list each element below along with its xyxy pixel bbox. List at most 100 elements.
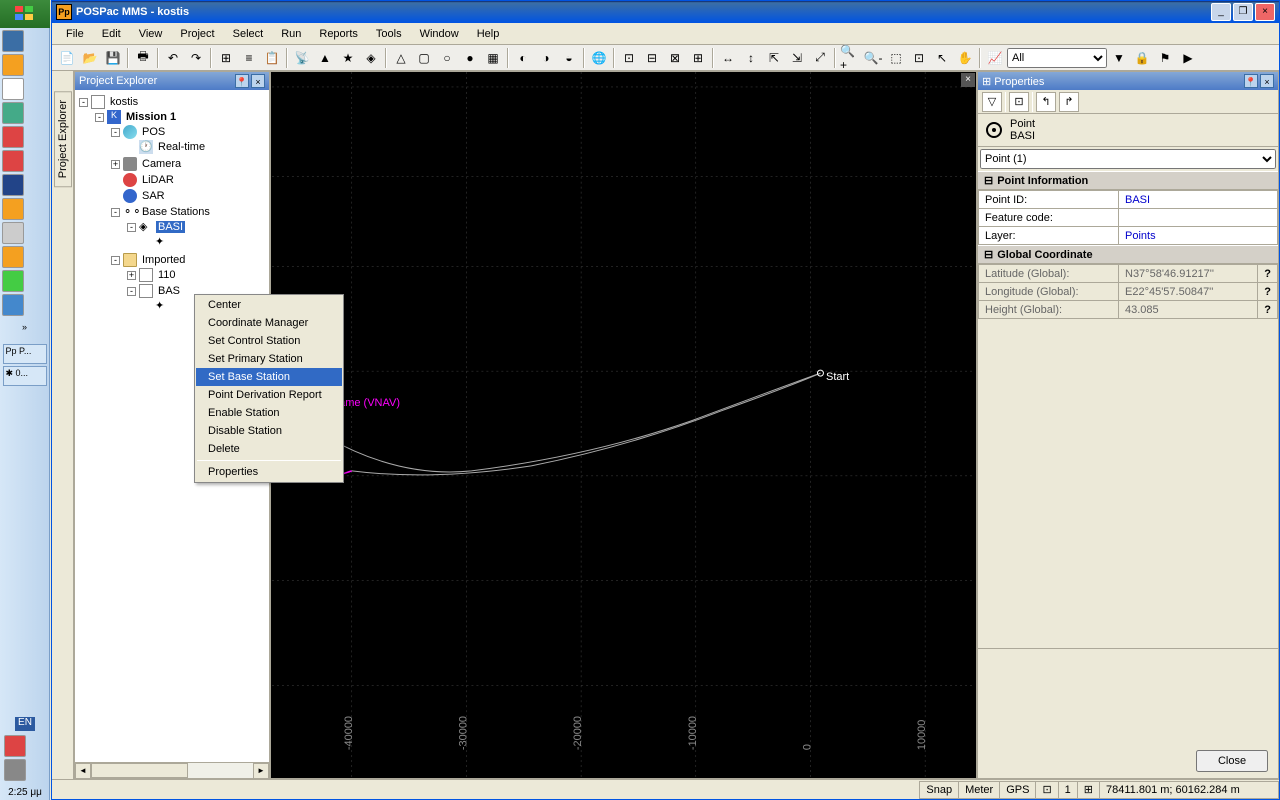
menu-tools[interactable]: Tools — [368, 26, 410, 42]
status-cam-icon[interactable]: ⊡ — [1035, 781, 1058, 799]
tb-open-icon[interactable]: 📂 — [79, 47, 101, 69]
tb-run-icon[interactable]: ▶ — [1177, 47, 1199, 69]
tree-root[interactable]: kostis — [108, 96, 140, 108]
tree-basi[interactable]: BASI — [156, 221, 185, 233]
tb-globe-icon[interactable]: 🌐 — [588, 47, 610, 69]
tb-c2-icon[interactable]: ◑ — [535, 47, 557, 69]
tree-pos[interactable]: POS — [140, 126, 167, 138]
tb-c3-icon[interactable]: ◒ — [558, 47, 580, 69]
tb-base-icon[interactable]: ▲ — [314, 47, 336, 69]
status-meter[interactable]: Meter — [958, 781, 1000, 799]
tb-lock-icon[interactable]: 🔒 — [1131, 47, 1153, 69]
close-button[interactable]: Close — [1196, 750, 1268, 772]
properties-selector[interactable]: Point (1) — [980, 149, 1276, 169]
ql-icon[interactable] — [2, 246, 24, 268]
pt-dropdown-icon[interactable]: ▽ — [982, 92, 1002, 112]
tree-imported[interactable]: Imported — [140, 254, 187, 266]
tray-icon[interactable] — [4, 759, 26, 781]
ql-icon[interactable] — [2, 198, 24, 220]
scroll-left-icon[interactable]: ◄ — [75, 763, 91, 779]
tb-a5-icon[interactable]: ⤢ — [809, 47, 831, 69]
explorer-tab[interactable]: Project Explorer — [54, 91, 72, 187]
cm-delete[interactable]: Delete — [196, 440, 342, 458]
menu-edit[interactable]: Edit — [94, 26, 129, 42]
panel-close-icon[interactable]: × — [1260, 74, 1274, 88]
tb-m2-icon[interactable]: ⊟ — [641, 47, 663, 69]
ql-icon[interactable] — [2, 174, 24, 196]
ql-icon[interactable] — [2, 270, 24, 292]
menu-reports[interactable]: Reports — [311, 26, 366, 42]
scroll-right-icon[interactable]: ► — [253, 763, 269, 779]
tb-c1-icon[interactable]: ◐ — [512, 47, 534, 69]
close-button[interactable]: × — [1255, 3, 1275, 21]
prop-value-layer[interactable]: Points — [1119, 227, 1278, 245]
start-button[interactable] — [0, 0, 50, 28]
tb-tri-icon[interactable]: △ — [390, 47, 412, 69]
toolbar-filter-combo[interactable]: All — [1007, 48, 1107, 68]
help-icon[interactable]: ? — [1258, 283, 1278, 301]
tree-camera[interactable]: Camera — [140, 158, 183, 170]
help-icon[interactable]: ? — [1258, 301, 1278, 319]
ql-icon[interactable] — [2, 54, 24, 76]
tb-flag-icon[interactable]: ⚑ — [1154, 47, 1176, 69]
menu-select[interactable]: Select — [225, 26, 272, 42]
prop-value-pointid[interactable]: BASI — [1119, 191, 1278, 209]
tb-a1-icon[interactable]: ↔ — [717, 47, 739, 69]
cm-coord-manager[interactable]: Coordinate Manager — [196, 314, 342, 332]
pin-icon[interactable]: 📍 — [235, 74, 249, 88]
tb-chart-icon[interactable]: 📈 — [984, 47, 1006, 69]
tb-m3-icon[interactable]: ⊠ — [664, 47, 686, 69]
ql-icon[interactable] — [2, 150, 24, 172]
tray-icon[interactable] — [4, 735, 26, 757]
maximize-button[interactable]: ❐ — [1233, 3, 1253, 21]
panel-close-icon[interactable]: × — [251, 74, 265, 88]
tree-base-stations[interactable]: Base Stations — [140, 206, 212, 218]
language-indicator[interactable]: EN — [15, 717, 35, 731]
cm-set-primary[interactable]: Set Primary Station — [196, 350, 342, 368]
menu-file[interactable]: File — [58, 26, 92, 42]
map-canvas[interactable]: × -40000 -30000 -20000 — [270, 71, 977, 779]
tb-zoom-out-icon[interactable]: 🔍- — [862, 47, 884, 69]
pin-icon[interactable]: 📍 — [1244, 74, 1258, 88]
taskbar-item[interactable]: Pp P... — [3, 344, 47, 364]
tb-layers-icon[interactable]: ≡ — [238, 47, 260, 69]
tb-new-icon[interactable]: 📄 — [56, 47, 78, 69]
tb-pan-icon[interactable]: ✋ — [954, 47, 976, 69]
status-win-icon[interactable]: ⊞ — [1077, 781, 1100, 799]
pt-back-icon[interactable]: ↰ — [1036, 92, 1056, 112]
ql-icon[interactable] — [2, 78, 24, 100]
cm-center[interactable]: Center — [196, 296, 342, 314]
explorer-hscroll[interactable]: ◄ ► — [75, 762, 269, 778]
scroll-thumb[interactable] — [91, 763, 188, 778]
ql-icon[interactable] — [2, 30, 24, 52]
cm-set-control[interactable]: Set Control Station — [196, 332, 342, 350]
tree-mission[interactable]: Mission 1 — [124, 111, 178, 123]
tb-save-icon[interactable]: 💾 — [102, 47, 124, 69]
tb-a4-icon[interactable]: ⇲ — [786, 47, 808, 69]
tb-sq-icon[interactable]: ▢ — [413, 47, 435, 69]
menu-run[interactable]: Run — [273, 26, 309, 42]
canvas-close-icon[interactable]: × — [961, 73, 975, 87]
tb-print-icon[interactable]: 🖶 — [132, 47, 154, 69]
cm-enable-station[interactable]: Enable Station — [196, 404, 342, 422]
tree-lidar[interactable]: LiDAR — [140, 174, 176, 186]
tb-funnel-icon[interactable]: ▼ — [1108, 47, 1130, 69]
menu-help[interactable]: Help — [469, 26, 508, 42]
tb-m4-icon[interactable]: ⊞ — [687, 47, 709, 69]
clock[interactable]: 2:25 μμ — [2, 787, 48, 798]
cm-derivation-report[interactable]: Point Derivation Report — [196, 386, 342, 404]
menu-project[interactable]: Project — [172, 26, 222, 42]
ql-icon[interactable] — [2, 126, 24, 148]
cm-properties[interactable]: Properties — [196, 463, 342, 481]
tree-sar[interactable]: SAR — [140, 190, 167, 202]
status-gps[interactable]: GPS — [999, 781, 1036, 799]
section-point-info[interactable]: ⊟Point Information — [978, 171, 1278, 190]
status-snap[interactable]: Snap — [919, 781, 959, 799]
ql-icon[interactable] — [2, 222, 24, 244]
menu-window[interactable]: Window — [412, 26, 467, 42]
ql-icon[interactable] — [2, 294, 24, 316]
tree-realtime[interactable]: Real-time — [156, 141, 207, 153]
tb-undo-icon[interactable]: ↶ — [162, 47, 184, 69]
tb-a3-icon[interactable]: ⇱ — [763, 47, 785, 69]
tree-110[interactable]: 110 — [156, 269, 178, 281]
